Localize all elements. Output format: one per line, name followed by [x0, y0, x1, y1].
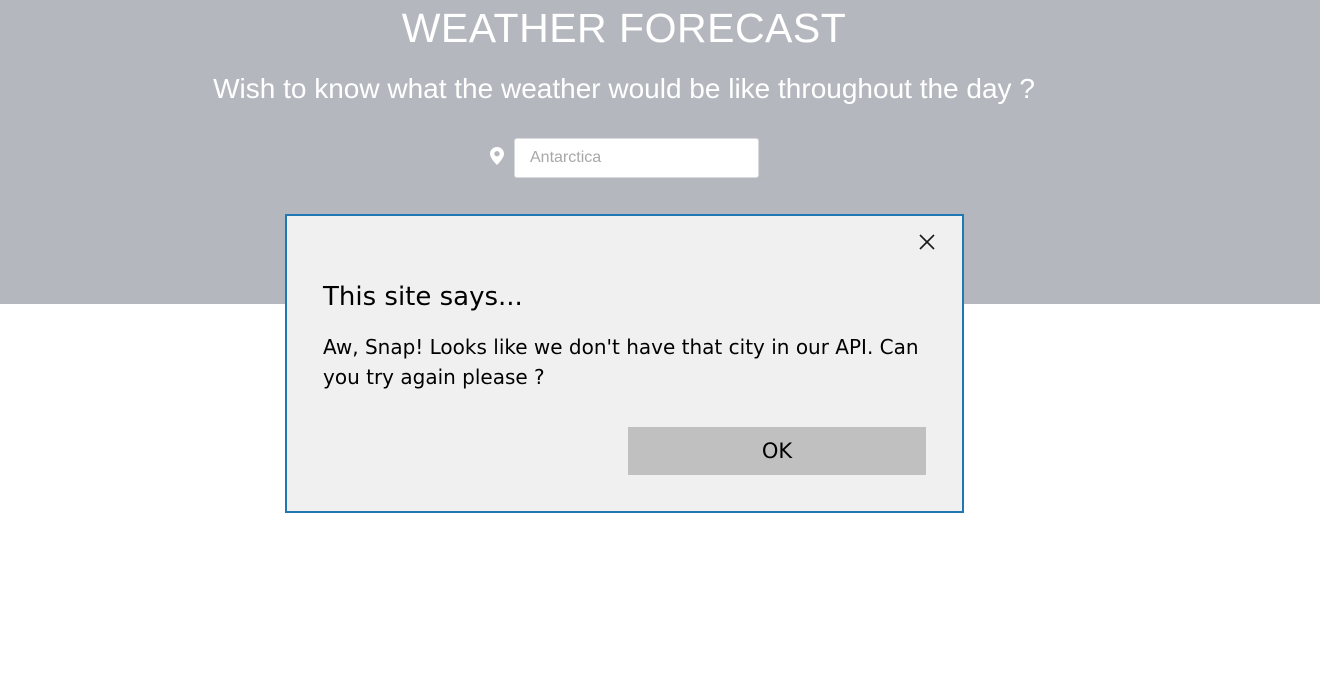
page: WEATHER FORECAST Wish to know what the w… [0, 0, 1320, 698]
dialog-message: Aw, Snap! Looks like we don't have that … [323, 335, 919, 389]
page-title: WEATHER FORECAST [401, 5, 847, 51]
page-subtitle: Wish to know what the weather would be l… [213, 73, 1035, 104]
dialog-heading: This site says... [323, 282, 523, 312]
ok-button[interactable]: OK [628, 427, 926, 475]
map-pin-icon [490, 147, 504, 165]
close-icon[interactable] [913, 228, 941, 256]
city-search-input[interactable] [514, 138, 759, 178]
alert-dialog: This site says... Aw, Snap! Looks like w… [285, 214, 964, 513]
